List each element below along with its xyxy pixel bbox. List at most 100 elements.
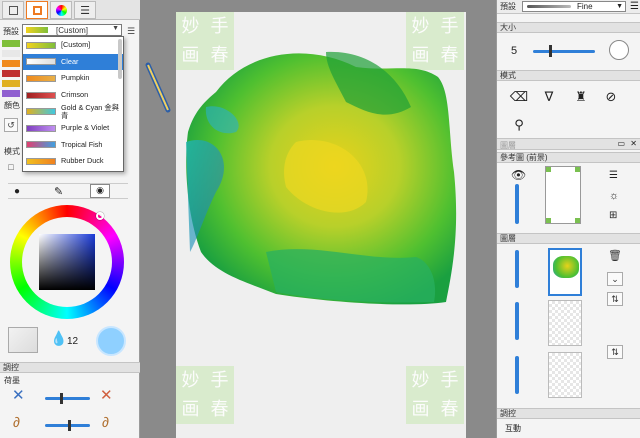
brush-size-preview (609, 40, 629, 60)
preset-option-label: Clear (61, 56, 79, 66)
chevron-down-button[interactable]: ⌄ (607, 272, 623, 286)
swatch[interactable] (2, 80, 20, 87)
layers-section-header: 圖層 (497, 233, 640, 244)
brush-cursor-icon (145, 62, 171, 113)
canvas-area: 妙 手 画 春 妙 手 画 春 妙 手 画 春 妙 手 画 春 (141, 0, 496, 438)
brush-tip-row: ● ✎ ◉ (8, 183, 128, 199)
preset-option[interactable]: Purple & Violet (23, 120, 123, 137)
tab-menu[interactable]: ☰ (74, 1, 96, 19)
list-icon[interactable]: ☰ (124, 24, 138, 38)
hue-marker[interactable] (96, 212, 104, 220)
close-icon[interactable]: ✕ (630, 139, 637, 148)
tab-canvas[interactable] (2, 1, 24, 19)
preset-option[interactable]: Crimson (23, 87, 123, 104)
preset-gradient-swatch (26, 157, 56, 165)
preset-gradient-swatch (26, 41, 56, 49)
reference-thumbnail[interactable] (545, 166, 581, 224)
preset-label: 預設 (3, 26, 19, 36)
left-tabbar: ☰ (0, 0, 140, 20)
layers-panel-titlebar: 圖層 ▭ ✕ (497, 138, 640, 150)
blend-slider-knob[interactable] (60, 393, 63, 404)
swatch[interactable] (2, 50, 20, 57)
brush-preset-dropdown[interactable]: Fine ▼ (522, 1, 626, 12)
brush-preset-bar: 預設 Fine ▼ ☰ (497, 0, 640, 14)
preset-dropdown-list: [Custom] Clear Pumpkin Crimson Gold & Cyan 金… (22, 36, 124, 172)
preset-gradient-swatch (26, 141, 56, 149)
reference-opacity-bar[interactable] (515, 184, 519, 224)
no-blend-icon[interactable]: ⊘ (601, 88, 621, 106)
radial-brush-icon[interactable]: ◉ (90, 184, 110, 198)
preset-dropdown[interactable]: [Custom] ▼ (22, 24, 122, 36)
preset-option[interactable]: Rubber Duck (23, 153, 123, 170)
paint-blob (186, 51, 457, 305)
preset-dropdown-value: [Custom] (56, 25, 89, 35)
layer-thumbnail-active[interactable] (548, 248, 582, 296)
preset-option-label: [Custom] (61, 40, 91, 50)
move-layer-button[interactable]: ⇅ (607, 345, 623, 359)
layer-opacity-bar[interactable] (515, 250, 519, 288)
preset-option-label: Gold & Cyan 金與青 (61, 102, 119, 120)
brightness-icon[interactable]: ☼ (609, 190, 619, 202)
preset-option-label: Rubber Duck (61, 156, 104, 166)
spray-bottle-icon[interactable]: ♜ (571, 88, 591, 106)
preset-option[interactable]: Tropical Fish (23, 137, 123, 154)
chevron-down-icon: ▼ (616, 3, 623, 10)
swirl-icon: ∂ (102, 414, 109, 430)
tab-crop[interactable] (26, 1, 48, 19)
preset-option[interactable]: Clear (23, 53, 123, 71)
texture-swatch[interactable] (8, 327, 38, 353)
move-layer-button[interactable]: ⇅ (607, 292, 623, 306)
pen-icon[interactable]: ✎ (54, 185, 63, 198)
broom-icon[interactable]: ⚲ (509, 116, 529, 134)
corner-mark (575, 218, 580, 223)
fill-tool-icon[interactable]: ∇ (539, 88, 559, 106)
preset-option-label: Tropical Fish (61, 139, 103, 149)
mode-label: 模式 (4, 147, 20, 156)
list-icon[interactable]: ☰ (630, 1, 639, 12)
layer-thumbnail[interactable] (548, 352, 582, 398)
swirl-icon: ∂ (13, 414, 20, 430)
size-slider[interactable] (533, 50, 595, 53)
interact-label: 互動 (505, 424, 521, 433)
preset-option[interactable]: Pumpkin (23, 70, 123, 87)
preset-option[interactable]: Gold & Cyan 金與青 (23, 103, 123, 120)
preset-swatch (26, 27, 48, 33)
list-icon[interactable]: ☰ (609, 170, 618, 181)
swatch[interactable] (2, 70, 20, 77)
layer-thumbnail-art (553, 256, 579, 278)
preset-option-label: Purple & Violet (61, 123, 110, 133)
preset-option-label: Crimson (61, 90, 89, 100)
blend-label: 荷墨 (4, 376, 20, 385)
tab-color[interactable] (50, 1, 72, 19)
size-slider-knob[interactable] (549, 45, 552, 57)
layer-opacity-bar[interactable] (515, 356, 519, 394)
corner-mark (575, 167, 580, 172)
square-outline-icon[interactable]: □ (4, 160, 18, 174)
preset-option[interactable]: [Custom] (23, 37, 123, 54)
current-color-swatch[interactable] (96, 326, 126, 356)
panel-title: 圖層 (500, 141, 516, 150)
swatch[interactable] (2, 60, 20, 67)
preset-gradient-swatch (26, 124, 56, 132)
layer-thumbnail[interactable] (548, 300, 582, 346)
dropdown-scrollbar[interactable] (118, 39, 122, 79)
layer-opacity-bar[interactable] (515, 302, 519, 340)
canvas-paper[interactable]: 妙 手 画 春 妙 手 画 春 妙 手 画 春 妙 手 画 春 (176, 12, 466, 438)
preset-gradient-swatch (26, 91, 56, 99)
swatch[interactable] (2, 90, 20, 97)
trash-icon[interactable]: 🗑 (607, 248, 623, 262)
undo-icon[interactable]: ↺ (4, 118, 18, 132)
grid-icon[interactable]: ⊞ (609, 210, 617, 221)
restore-icon[interactable]: ▭ (617, 139, 625, 148)
dot-brush-icon[interactable]: ● (14, 186, 20, 197)
adjust-section-header: 調控 (497, 408, 640, 419)
blend-slider[interactable] (45, 397, 90, 400)
saturation-value-square[interactable] (39, 234, 95, 290)
color-wheel-icon (55, 4, 67, 16)
preset-swatch-column (2, 40, 20, 100)
eraser-icon[interactable]: ⌫ (509, 88, 529, 106)
water-drop-icon: 💧 (50, 330, 68, 346)
eye-icon[interactable]: 👁 (511, 168, 526, 182)
mix-slider-knob[interactable] (68, 420, 71, 431)
swatch[interactable] (2, 40, 20, 47)
